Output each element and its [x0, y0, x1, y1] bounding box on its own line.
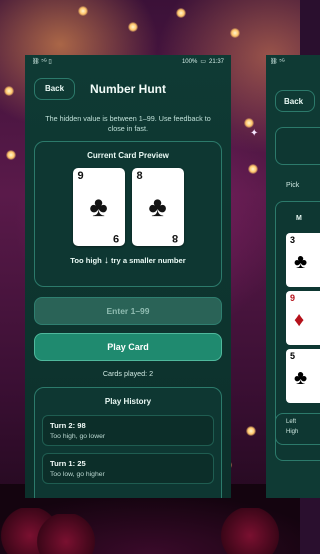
playing-card[interactable]: 3 ♣	[286, 233, 320, 287]
status-bar: ⛓ ⁵ᴳ ▯ 100% ▭ 21:37	[25, 55, 231, 68]
card-rank-inverted: 8	[172, 232, 179, 244]
info-panel	[275, 127, 320, 165]
stage-light	[248, 164, 258, 174]
feedback-suffix: try a smaller number	[111, 256, 186, 265]
playing-card: 9 ♣ 9	[72, 168, 125, 246]
history-item: Turn 1: 25 Too low, go higher	[42, 453, 214, 484]
preview-title: Current Card Preview	[87, 151, 169, 160]
stage-light	[4, 86, 14, 96]
stage-light	[244, 118, 254, 128]
card-rank: 8	[136, 170, 143, 182]
pick-label: Pick	[286, 182, 300, 189]
card-rank-inverted: 9	[113, 232, 120, 244]
sparkle-icon: ✦	[250, 128, 259, 139]
stage-light	[230, 28, 240, 38]
card-rank: 5	[290, 351, 296, 361]
club-suit-icon: ♣	[148, 191, 167, 222]
header: Back Number Hunt	[25, 77, 231, 100]
play-history-panel: Play History Turn 2: 98 Too high, go low…	[34, 387, 222, 498]
battery-level: 100%	[181, 58, 198, 65]
stage-light	[78, 6, 88, 16]
clock: 21:37	[208, 58, 224, 65]
preview-cards: 9 ♣ 9 8 ♣ 8	[35, 168, 221, 246]
stage-light	[6, 150, 16, 160]
stage-light	[128, 22, 138, 32]
stage-light	[176, 8, 186, 18]
history-item: Turn 2: 98 Too high, go lower	[42, 415, 214, 446]
rose-decoration	[36, 514, 96, 554]
club-suit-icon: ♣	[294, 367, 308, 389]
club-suit-icon: ♣	[294, 251, 308, 273]
diamond-suit-icon: ♦	[294, 309, 305, 331]
history-turn: Turn 1: 25	[50, 459, 86, 468]
status-icons: ⛓ ⁵ᴳ ▯	[32, 59, 52, 65]
card-rank: 3	[290, 235, 296, 245]
history-note: Too low, go higher	[50, 471, 105, 478]
game-screen: ⛓ ⁵ᴳ ▯ 100% ▭ 21:37 Back Number Hunt The…	[25, 55, 231, 498]
cards-played-count: Cards played: 2	[102, 369, 154, 378]
card-rank: 9	[290, 293, 296, 303]
feedback-prefix: Too high	[70, 256, 102, 265]
panel-title: M	[296, 215, 302, 222]
footer-line: Left	[286, 419, 297, 425]
footer-line: High	[286, 429, 299, 435]
back-button[interactable]: Back	[34, 77, 75, 100]
playing-card: 8 ♣ 8	[131, 168, 184, 246]
history-turn: Turn 2: 98	[50, 421, 86, 430]
number-input[interactable]: Enter 1–99	[34, 297, 222, 325]
status-right: 100% ▭ 21:37	[181, 58, 224, 66]
playing-card[interactable]: 5 ♣	[286, 349, 320, 403]
feedback-text: Too high ↓ try a smaller number	[35, 255, 221, 266]
hint-text: The hidden value is between 1–99. Use fe…	[45, 114, 211, 133]
history-title: Play History	[104, 397, 152, 406]
playing-card[interactable]: 9 ♦	[286, 291, 320, 345]
history-note: Too high, go lower	[50, 433, 106, 440]
back-button[interactable]: Back	[275, 90, 315, 112]
rose-decoration	[220, 508, 280, 554]
play-card-button[interactable]: Play Card	[34, 333, 222, 361]
status-icons: ⛓ ⁵ᴳ	[270, 59, 285, 65]
card-rank: 9	[77, 170, 84, 182]
card-preview-panel: Current Card Preview 9 ♣ 9 8 ♣ 8 Too hig…	[34, 141, 222, 287]
stage-light	[246, 426, 256, 436]
battery-icon: ▭	[200, 59, 206, 65]
second-screen: ⛓ ⁵ᴳ Back Pick M 3 ♣ 9 ♦ 5 ♣ Left High	[266, 55, 320, 498]
arrow-down-icon: ↓	[103, 255, 109, 266]
page-title: Number Hunt	[90, 81, 166, 96]
club-suit-icon: ♣	[89, 191, 108, 222]
